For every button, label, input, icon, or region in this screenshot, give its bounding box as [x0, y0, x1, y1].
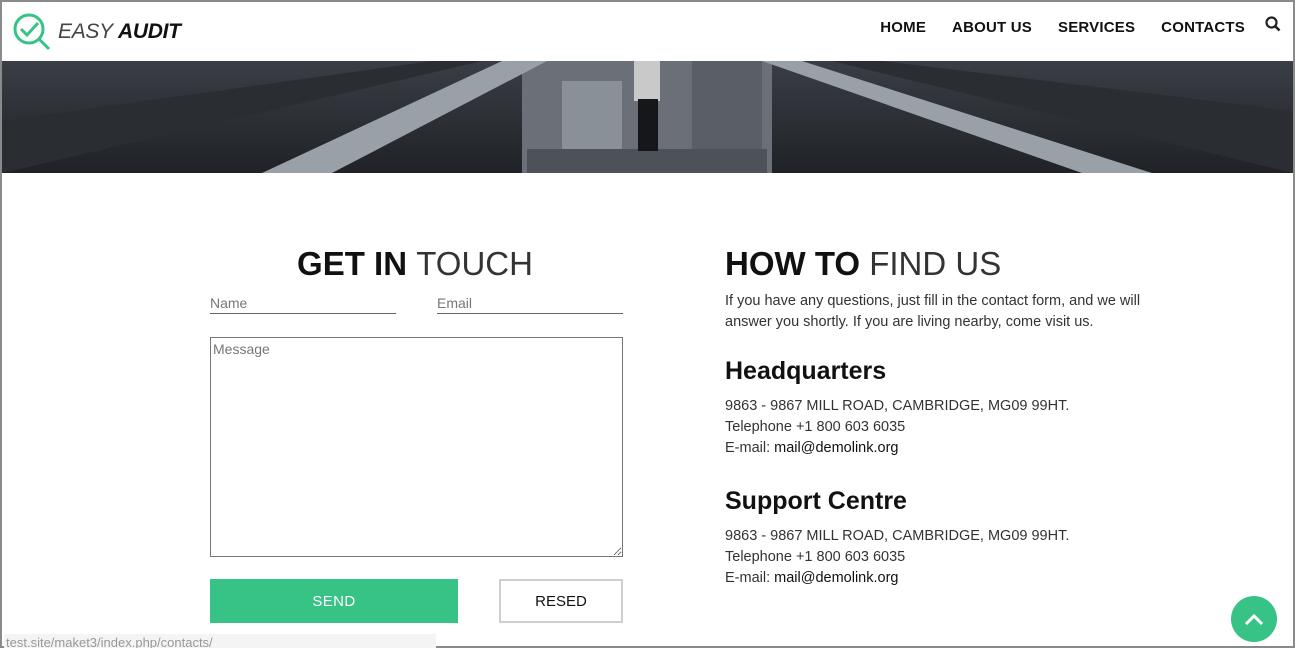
logo-text-bold: AUDIT [118, 20, 181, 43]
office-phone: Telephone +1 800 603 6035 [725, 419, 906, 435]
hero-stairs-image [2, 61, 1293, 173]
message-field[interactable] [210, 337, 623, 557]
name-field[interactable] [210, 294, 396, 314]
main-nav: HOME ABOUT US SERVICES CONTACTS [880, 19, 1245, 36]
hero-image [2, 61, 1293, 173]
logo-text: EASY AUDIT [58, 20, 181, 44]
nav-contacts[interactable]: CONTACTS [1161, 19, 1245, 36]
office-headquarters: Headquarters 9863 - 9867 MILL ROAD, CAMB… [725, 354, 1165, 459]
office-address: 9863 - 9867 MILL ROAD, CAMBRIDGE, MG09 9… [725, 528, 1070, 544]
contact-form: GET IN TOUCH SEND RESED [208, 242, 623, 623]
find-us-section: HOW TO FIND US If you have any questions… [725, 242, 1165, 589]
office-email-row: E-mail: mail@demolink.org [725, 438, 1165, 459]
logo-text-light: EASY [58, 20, 113, 43]
find-us-title-bold: HOW TO [725, 245, 861, 282]
office-address: 9863 - 9867 MILL ROAD, CAMBRIDGE, MG09 9… [725, 398, 1070, 414]
nav-home[interactable]: HOME [880, 19, 926, 36]
office-title: Headquarters [725, 357, 887, 385]
office-support-centre: Support Centre 9863 - 9867 MILL ROAD, CA… [725, 484, 1165, 589]
email-label: E-mail: [725, 440, 771, 456]
office-phone: Telephone +1 800 603 6035 [725, 549, 906, 565]
site-logo[interactable]: EASY AUDIT [12, 12, 181, 52]
office-email-link[interactable]: mail@demolink.org [774, 440, 898, 456]
back-to-top-button[interactable] [1231, 596, 1277, 642]
office-title: Support Centre [725, 487, 907, 515]
nav-about-us[interactable]: ABOUT US [952, 19, 1032, 36]
form-title: GET IN TOUCH [208, 242, 622, 286]
find-us-title-light: FIND US [869, 245, 1002, 282]
office-email-link[interactable]: mail@demolink.org [774, 570, 898, 586]
status-bar-url: test.site/maket3/index.php/contacts/ [4, 634, 436, 648]
find-us-intro: If you have any questions, just fill in … [725, 293, 1141, 330]
form-title-bold: GET IN [297, 245, 408, 282]
send-button[interactable]: SEND [210, 579, 458, 623]
search-icon[interactable] [1265, 16, 1281, 37]
site-header: EASY AUDIT HOME ABOUT US SERVICES CONTAC… [2, 2, 1293, 61]
chevron-up-icon [1244, 613, 1264, 626]
office-email-row: E-mail: mail@demolink.org [725, 568, 1165, 589]
nav-services[interactable]: SERVICES [1058, 19, 1135, 36]
email-label: E-mail: [725, 570, 771, 586]
check-magnifier-icon [13, 13, 51, 51]
find-us-title: HOW TO FIND US [725, 242, 1165, 286]
email-field[interactable] [437, 294, 623, 314]
reset-button[interactable]: RESED [499, 579, 623, 623]
form-title-light: TOUCH [416, 245, 533, 282]
